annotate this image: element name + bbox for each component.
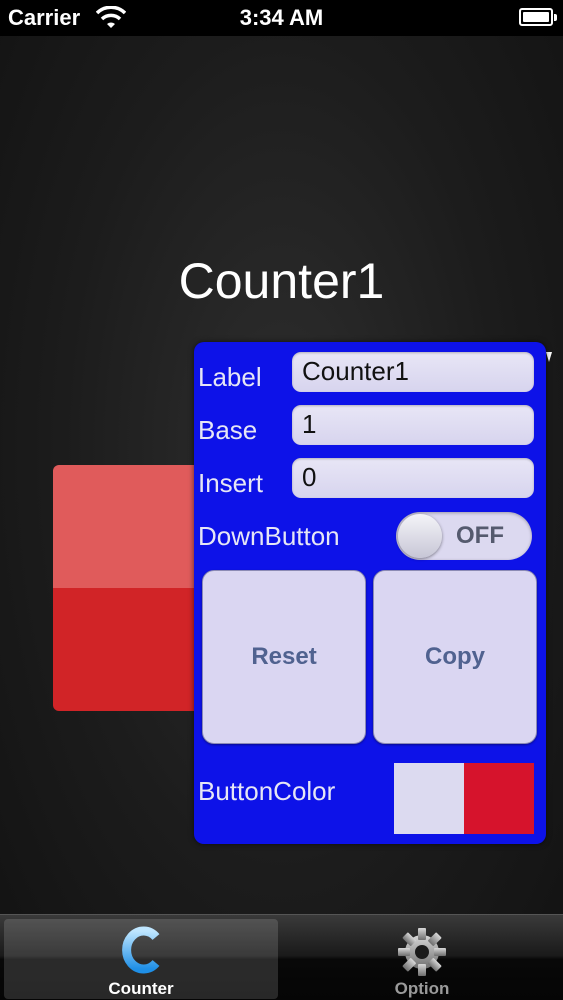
tab-counter-label: Counter	[108, 979, 174, 998]
base-input[interactable]: 1	[292, 405, 534, 445]
tab-counter[interactable]: Counter	[4, 919, 278, 999]
label-input[interactable]: Counter1	[292, 352, 534, 392]
counter-c-icon	[122, 926, 160, 974]
options-popover: Label Counter1 Base 1 Insert 0 DownButto…	[194, 342, 546, 844]
counter-up-button[interactable]	[53, 465, 203, 588]
insert-input[interactable]: 0	[292, 458, 534, 498]
status-time: 3:34 AM	[239, 5, 324, 30]
button-color-swatch-light[interactable]	[394, 763, 464, 834]
button-color-swatch-red[interactable]	[464, 763, 534, 834]
down-button-label: DownButton	[198, 521, 340, 551]
down-button-toggle[interactable]: OFF	[396, 512, 532, 560]
status-bar: Carrier 3:34 AM	[0, 0, 563, 36]
toggle-knob	[398, 514, 442, 558]
button-color-label: ButtonColor	[198, 776, 336, 806]
base-field-label: Base	[198, 415, 258, 445]
tab-option-label: Option	[394, 979, 450, 998]
copy-button[interactable]: Copy	[373, 570, 537, 744]
reset-button[interactable]: Reset	[202, 570, 366, 744]
insert-field-label: Insert	[198, 468, 264, 498]
tab-bar: Counter Option	[0, 914, 563, 1000]
tab-option[interactable]: Option	[285, 919, 559, 999]
counter-title: Counter1	[178, 253, 385, 309]
battery-icon	[519, 8, 557, 26]
counter-down-button[interactable]	[53, 588, 203, 711]
gear-icon	[398, 928, 446, 976]
toggle-state-text: OFF	[456, 522, 504, 549]
label-field-label: Label	[198, 362, 262, 392]
